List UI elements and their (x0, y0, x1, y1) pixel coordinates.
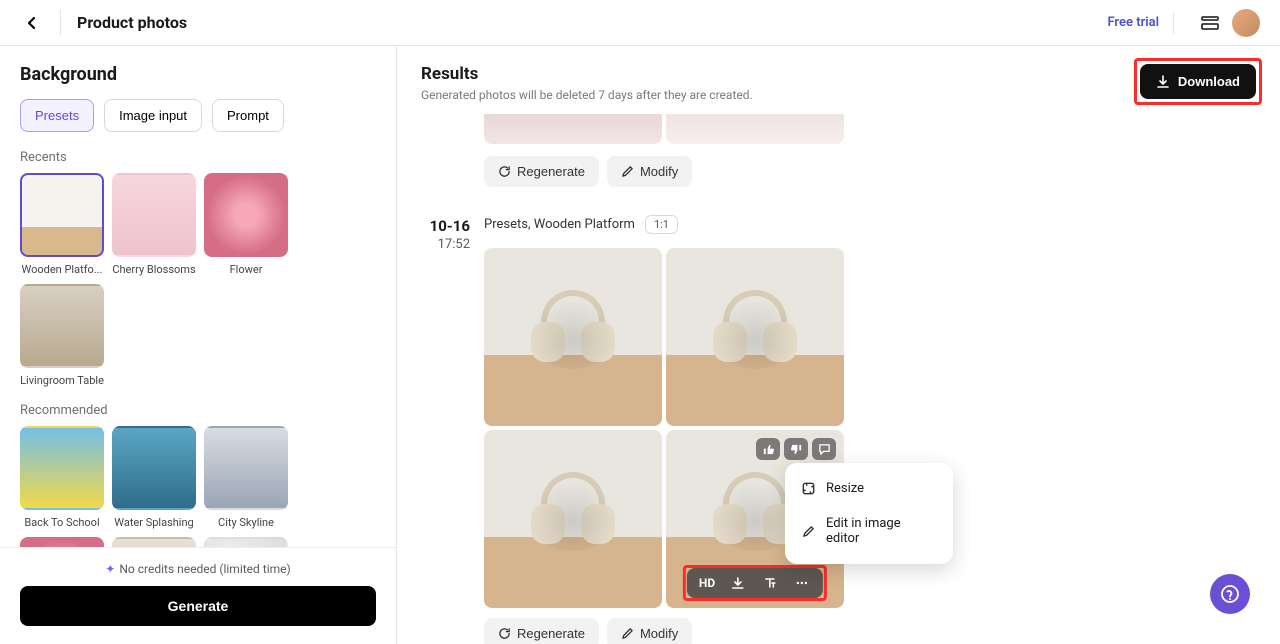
topbar: Product photos Free trial (0, 0, 1280, 46)
thumbs-down-icon (790, 443, 803, 456)
preset-marble-flowers[interactable]: Marble Flowers (204, 537, 288, 547)
preset-city-skyline[interactable]: City Skyline (204, 426, 288, 529)
preset-back-to-school[interactable]: Back To School (20, 426, 104, 529)
result-tile[interactable] (484, 114, 662, 144)
download-icon (731, 576, 745, 590)
preset-wooden-platform[interactable]: Wooden Platfo... (20, 173, 104, 276)
help-button[interactable] (1210, 574, 1250, 614)
help-icon (1220, 584, 1240, 604)
sidebar-footer: ✦No credits needed (limited time) Genera… (0, 547, 396, 644)
generate-button[interactable]: Generate (20, 586, 376, 626)
sparkle-icon: ✦ (105, 562, 115, 576)
recents-grid: Wooden Platfo... Cherry Blossoms Flower … (20, 173, 376, 387)
modify-button[interactable]: Modify (607, 156, 692, 187)
result-tile[interactable] (484, 430, 662, 608)
chevron-left-icon (24, 15, 40, 31)
preset-flower-rec[interactable]: Flower (20, 537, 104, 547)
hd-button[interactable]: HD (699, 576, 715, 590)
tab-image-input[interactable]: Image input (104, 99, 202, 132)
preset-livingroom-table[interactable]: Livingroom Table (20, 284, 104, 387)
previous-batch-strip (484, 114, 1256, 144)
recents-label: Recents (20, 150, 376, 165)
more-icon (795, 576, 809, 590)
free-trial-link[interactable]: Free trial (1107, 15, 1159, 30)
refresh-icon (498, 627, 511, 640)
pencil-icon (621, 165, 634, 178)
aspect-ratio-chip: 1:1 (645, 215, 678, 234)
text-icon (763, 576, 777, 590)
page-title: Product photos (77, 13, 187, 32)
layers-icon (1200, 14, 1220, 32)
thumbs-up-button[interactable] (756, 438, 780, 460)
comment-icon (818, 443, 831, 456)
layers-button[interactable] (1198, 11, 1222, 35)
tile-action-bar: HD (687, 568, 823, 598)
tile-download-button[interactable] (729, 574, 747, 592)
result-tile[interactable] (666, 114, 844, 144)
results-subtitle: Generated photos will be deleted 7 days … (421, 88, 753, 102)
divider (1173, 12, 1174, 34)
comment-button[interactable] (812, 438, 836, 460)
batch-time: 17:52 (421, 237, 470, 252)
preset-flower[interactable]: Flower (204, 173, 288, 276)
preset-wooden-flowers[interactable]: Wooden Flowers (112, 537, 196, 547)
result-tile[interactable] (484, 248, 662, 426)
context-menu: Resize Edit in image editor (785, 463, 953, 564)
resize-icon (801, 481, 816, 496)
sidebar-heading: Background (20, 64, 376, 85)
batch-date: 10-16 (421, 217, 470, 235)
refresh-icon (498, 165, 511, 178)
result-batch: 10-16 17:52 Presets, Wooden Platform 1:1 (421, 215, 1256, 644)
recommended-label: Recommended (20, 403, 376, 418)
divider (60, 10, 61, 36)
download-button[interactable]: Download (1140, 64, 1256, 99)
thumbs-down-button[interactable] (784, 438, 808, 460)
pencil-icon (621, 627, 634, 640)
more-button[interactable] (793, 574, 811, 592)
result-tile[interactable] (666, 248, 844, 426)
preset-water-splashing[interactable]: Water Splashing (112, 426, 196, 529)
tab-presets[interactable]: Presets (20, 99, 94, 132)
context-resize[interactable]: Resize (785, 471, 953, 506)
regenerate-button[interactable]: Regenerate (484, 156, 599, 187)
background-tabs: Presets Image input Prompt (20, 99, 376, 132)
main-content: Results Generated photos will be deleted… (397, 46, 1280, 644)
thumbs-up-icon (762, 443, 775, 456)
modify-button[interactable]: Modify (607, 618, 692, 644)
text-button[interactable] (761, 574, 779, 592)
tab-prompt[interactable]: Prompt (212, 99, 284, 132)
avatar[interactable] (1232, 9, 1260, 37)
sidebar: Background Presets Image input Prompt Re… (0, 46, 397, 644)
recommended-grid: Back To School Water Splashing City Skyl… (20, 426, 376, 547)
preset-cherry-blossoms[interactable]: Cherry Blossoms (112, 173, 196, 276)
context-edit[interactable]: Edit in image editor (785, 506, 953, 556)
regenerate-button[interactable]: Regenerate (484, 618, 599, 644)
download-icon (1156, 75, 1170, 89)
credits-text: ✦No credits needed (limited time) (20, 562, 376, 576)
results-title: Results (421, 64, 753, 84)
batch-title: Presets, Wooden Platform (484, 217, 635, 232)
pencil-icon (801, 524, 816, 539)
back-button[interactable] (20, 11, 44, 35)
